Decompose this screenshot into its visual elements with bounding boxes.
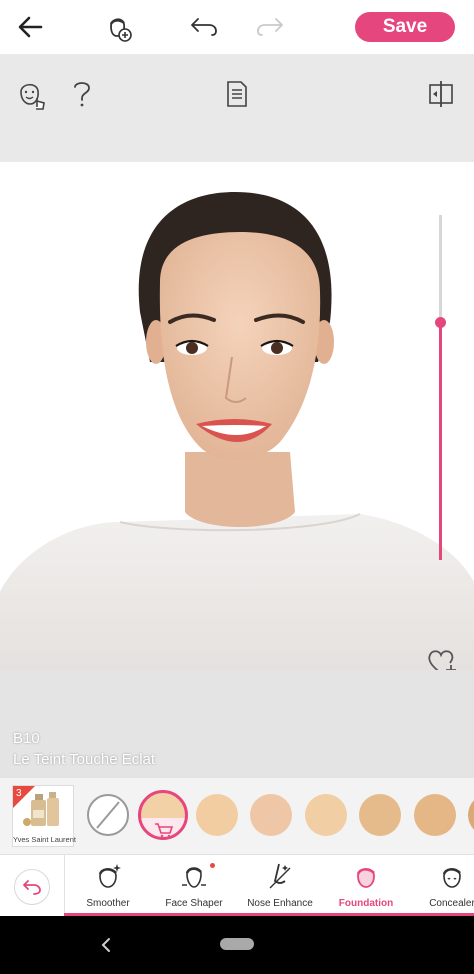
new-feature-dot — [210, 863, 215, 868]
shade-swatch[interactable] — [250, 794, 292, 836]
foundation-icon — [356, 868, 375, 888]
help-icon[interactable] — [64, 76, 100, 112]
brand-name: Yves Saint Laurent — [13, 835, 76, 844]
tabs: Smoother Face Shaper Nose Enhance Founda… — [64, 855, 474, 917]
product-code: B10 — [13, 730, 40, 747]
slider-track-filled — [439, 322, 442, 560]
add-face-icon[interactable] — [100, 9, 136, 45]
tools-bar — [0, 54, 474, 162]
shade-swatch[interactable] — [468, 794, 474, 836]
face-photo[interactable] — [0, 162, 474, 670]
tab-smoother[interactable]: Smoother — [65, 855, 151, 917]
intensity-slider[interactable] — [439, 215, 442, 560]
face-shaper-icon — [182, 867, 206, 888]
undo-icon[interactable] — [186, 9, 222, 45]
smoother-icon — [98, 864, 121, 888]
tab-label: Face Shaper — [165, 898, 223, 909]
cart-icon — [155, 823, 174, 837]
slider-thumb[interactable] — [435, 317, 446, 328]
portrait-image — [0, 192, 474, 670]
system-home-pill[interactable] — [220, 938, 254, 950]
tab-nose-enhance[interactable]: Nose Enhance — [237, 855, 323, 917]
tab-label: Concealer — [429, 898, 474, 909]
slider-track-upper — [439, 215, 442, 322]
redo-icon[interactable] — [252, 9, 288, 45]
return-icon — [23, 880, 41, 895]
tab-label: Foundation — [338, 898, 394, 909]
no-shade-swatch[interactable] — [87, 794, 129, 836]
tab-concealer[interactable]: Concealer — [409, 855, 474, 917]
back-arrow-icon[interactable] — [12, 9, 48, 45]
product-name: Le Teint Touche Eclat — [13, 751, 156, 768]
shade-swatch[interactable] — [414, 794, 456, 836]
tab-label: Nose Enhance — [247, 898, 313, 909]
shade-swatch-selected[interactable] — [138, 790, 188, 840]
compare-icon[interactable] — [423, 76, 459, 112]
shade-swatch[interactable] — [305, 794, 347, 836]
system-back-icon[interactable] — [98, 935, 114, 955]
nose-enhance-icon — [269, 863, 291, 889]
reset-button[interactable] — [14, 869, 50, 905]
tab-foundation[interactable]: Foundation — [323, 855, 409, 917]
product-bottle-image — [23, 792, 59, 826]
product-caption: B10 Le Teint Touche Eclat — [0, 670, 474, 778]
tab-face-shaper[interactable]: Face Shaper — [151, 855, 237, 917]
brand-card[interactable]: 3 Yves Saint Laurent — [12, 785, 76, 847]
makeup-editor-screen: Save B10 Le Teint Touche Eclat 3 Yves Sa… — [0, 0, 474, 974]
shade-swatch[interactable] — [196, 794, 238, 836]
document-icon[interactable] — [219, 76, 255, 112]
shade-swatch[interactable] — [359, 794, 401, 836]
save-button[interactable]: Save — [355, 12, 455, 42]
shade-selector: 3 Yves Saint Laurent — [0, 778, 474, 854]
face-detect-icon[interactable] — [14, 76, 50, 112]
concealer-icon — [442, 868, 461, 888]
feature-tab-bar: Smoother Face Shaper Nose Enhance Founda… — [0, 854, 474, 917]
top-bar: Save — [0, 0, 474, 54]
tab-label: Smoother — [86, 898, 130, 909]
